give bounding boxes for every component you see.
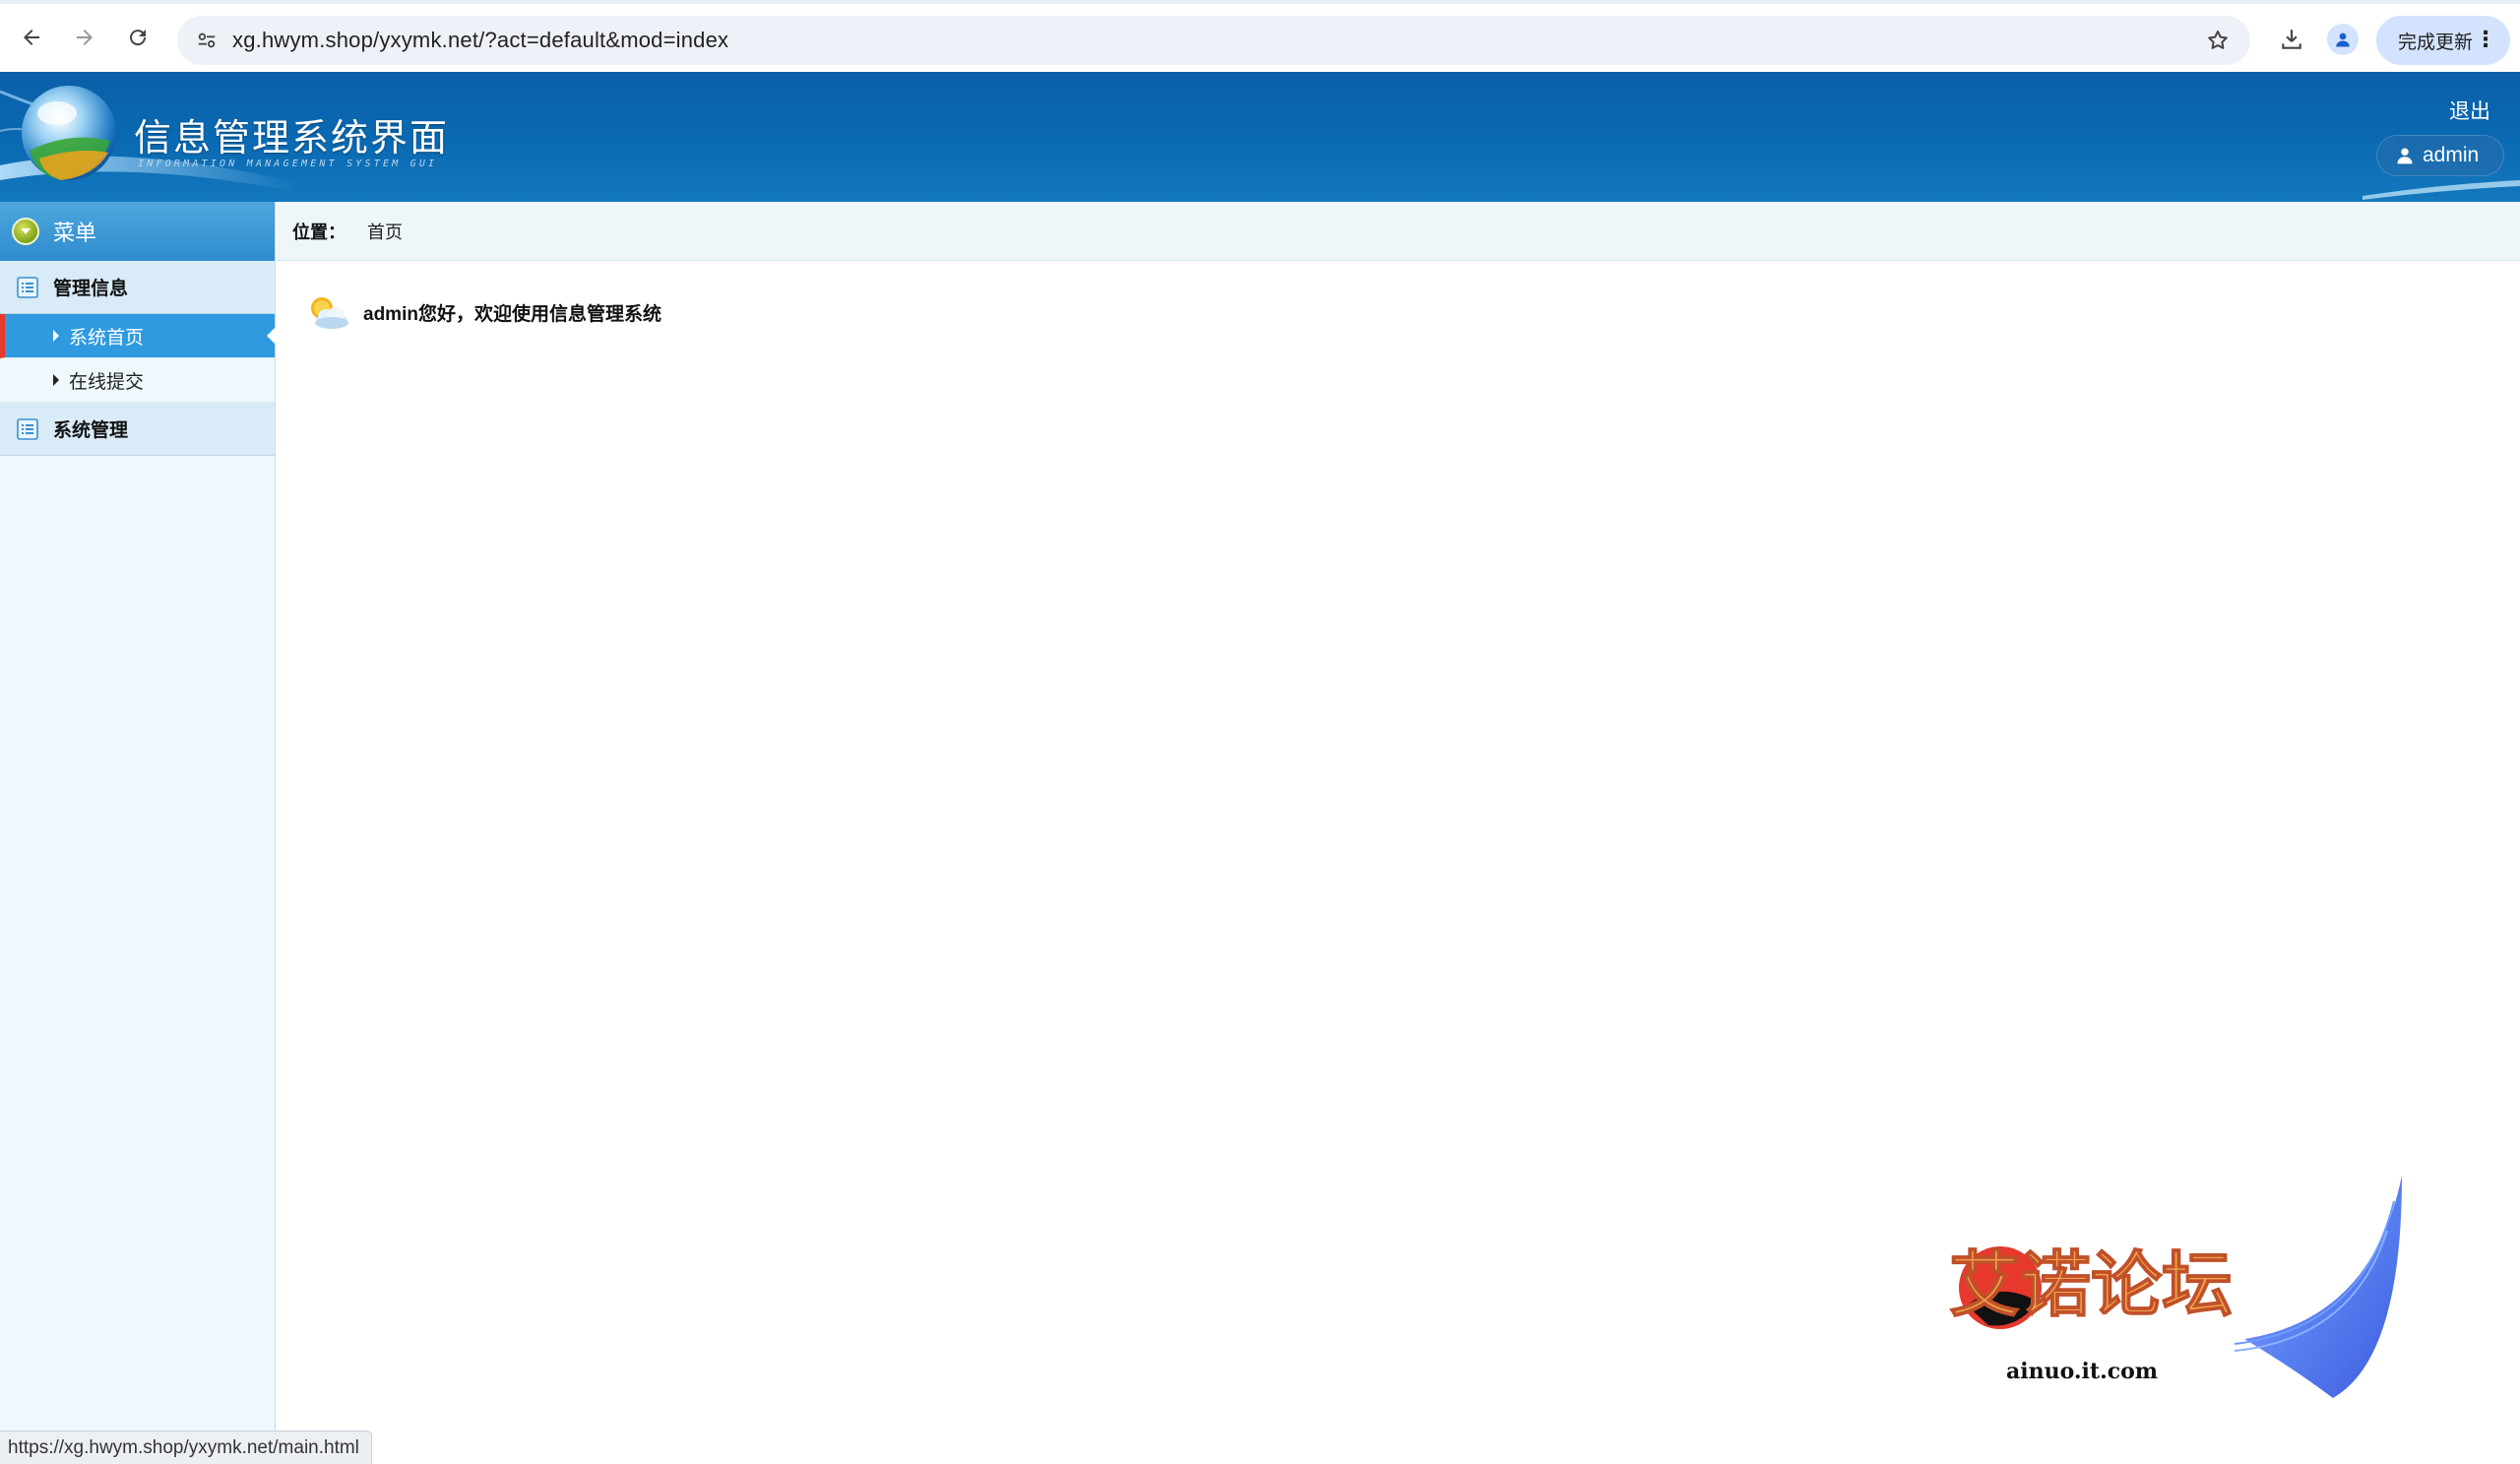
page-title: 信息管理系统界面 xyxy=(134,118,450,159)
breadcrumb-current[interactable]: 首页 xyxy=(367,219,403,244)
active-indicator-notch xyxy=(267,327,276,345)
download-icon[interactable] xyxy=(2274,22,2309,57)
update-button-label: 完成更新 xyxy=(2398,32,2474,53)
breadcrumb: 位置： 首页 xyxy=(277,202,2520,261)
page-subtitle: INFORMATION MANAGEMENT SYSTEM GUI xyxy=(138,159,438,169)
sidebar: 菜单 管理信息 系统首页 在线提交 系统管理 xyxy=(0,202,276,1464)
bookmark-star-icon[interactable] xyxy=(2201,24,2235,57)
watermark-brand-text: 艾诺论坛 xyxy=(1949,1242,2233,1326)
forum-watermark-logo: 艾诺论坛 ainuo.it.com xyxy=(1948,1176,2402,1398)
sidebar-item-online-submit[interactable]: 在线提交 xyxy=(0,358,275,403)
address-bar[interactable]: xg.hwym.shop/yxymk.net/?act=default&mod=… xyxy=(177,16,2250,65)
sidebar-group-system-manage[interactable]: 系统管理 xyxy=(0,403,275,456)
status-bar-link-preview: https://xg.hwym.shop/yxymk.net/main.html xyxy=(0,1431,372,1464)
site-settings-icon[interactable] xyxy=(191,25,222,56)
welcome-message: admin您好，欢迎使用信息管理系统 xyxy=(304,292,662,332)
chevron-down-icon xyxy=(12,218,39,245)
sidebar-group-manage-info[interactable]: 管理信息 xyxy=(0,261,275,314)
weather-cloud-sun-icon xyxy=(311,297,348,329)
sidebar-item-system-home[interactable]: 系统首页 xyxy=(0,314,276,358)
browser-toolbar: xg.hwym.shop/yxymk.net/?act=default&mod=… xyxy=(0,0,2520,72)
forward-arrow-icon[interactable] xyxy=(65,18,104,57)
list-icon xyxy=(17,417,38,440)
menu-title: 菜单 xyxy=(53,221,97,245)
breadcrumb-label: 位置： xyxy=(292,222,346,242)
update-button[interactable]: 完成更新 ⋮ xyxy=(2376,16,2510,65)
logout-link[interactable]: 退出 xyxy=(2449,95,2490,125)
caret-right-icon xyxy=(53,330,59,342)
sidebar-item-label: 在线提交 xyxy=(69,371,145,393)
sidebar-group-label: 管理信息 xyxy=(53,279,129,299)
menu-header[interactable]: 菜单 xyxy=(0,202,275,261)
user-badge[interactable]: admin xyxy=(2376,135,2504,176)
user-icon xyxy=(2395,146,2415,165)
reload-icon[interactable] xyxy=(118,18,158,57)
profile-icon[interactable] xyxy=(2327,24,2359,55)
user-name: admin xyxy=(2423,144,2480,166)
sidebar-item-label: 系统首页 xyxy=(69,327,145,349)
welcome-text: admin您好，欢迎使用信息管理系统 xyxy=(363,303,662,325)
caret-right-icon xyxy=(53,374,59,386)
kebab-menu-icon[interactable]: ⋮ xyxy=(2475,26,2496,53)
sidebar-group-label: 系统管理 xyxy=(53,420,129,441)
app-header: 信息管理系统界面 INFORMATION MANAGEMENT SYSTEM G… xyxy=(0,72,2520,202)
watermark-site-text: ainuo.it.com xyxy=(2006,1359,2158,1384)
url-text[interactable]: xg.hwym.shop/yxymk.net/?act=default&mod=… xyxy=(232,28,728,53)
list-icon xyxy=(17,276,38,298)
back-arrow-icon[interactable] xyxy=(12,18,51,57)
